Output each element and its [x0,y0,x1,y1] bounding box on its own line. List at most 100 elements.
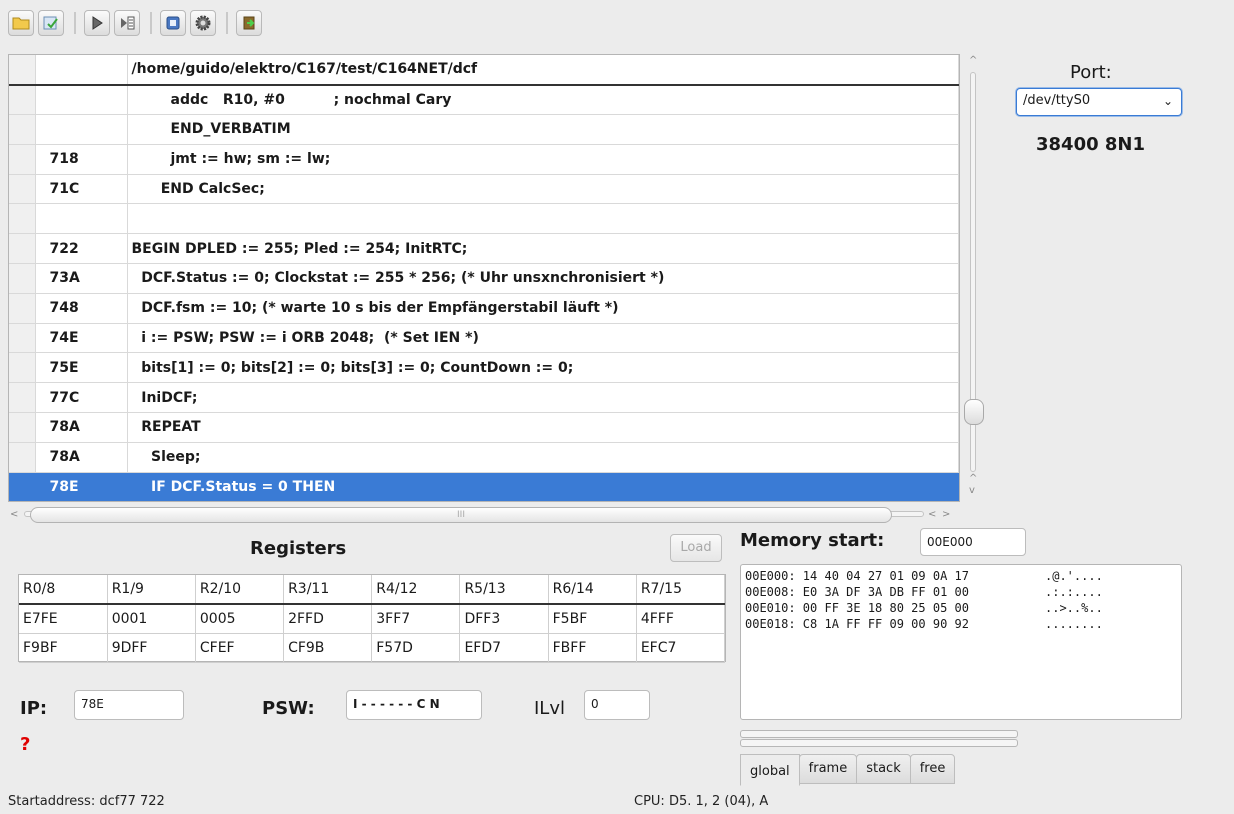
memory-scroll-track[interactable] [740,730,1018,738]
source-vertical-scrollbar[interactable]: ^ ^ v [962,54,984,502]
row-marker[interactable] [9,442,36,473]
registers-row[interactable]: E7FE 0001 0005 2FFD 3FF7 DFF3 F5BF 4FFF [19,604,726,634]
row-marker[interactable] [9,144,36,175]
row-code: jmt := hw; sm := lw; [127,144,959,175]
tab-frame[interactable]: frame [798,754,858,784]
scroll-up-arrow-icon[interactable]: ^ [969,56,977,66]
source-row-selected[interactable]: 78E IF DCF.Status = 0 THEN [9,472,959,501]
scroll-left-arrow-icon[interactable]: < [10,510,18,520]
register-value[interactable]: EFC7 [636,633,726,663]
register-value[interactable]: 3FF7 [371,604,461,634]
psw-input[interactable]: I - - - - - - C N [346,690,482,720]
scroll-thumb[interactable] [964,399,984,425]
register-value[interactable]: F5BF [548,604,637,634]
row-marker[interactable] [9,114,36,145]
memory-scroll-track[interactable] [740,739,1018,747]
source-row[interactable]: 75E bits[1] := 0; bits[2] := 0; bits[3] … [9,352,959,384]
register-value[interactable]: F9BF [19,633,108,663]
port-settings: 38400 8N1 [1036,134,1146,155]
source-row[interactable]: 73A DCF.Status := 0; Clockstat := 255 * … [9,263,959,294]
register-header: R1/9 [107,575,196,605]
source-row[interactable]: 77C IniDCF; [9,382,959,414]
source-row[interactable]: 748 DCF.fsm := 10; (* warte 10 s bis der… [9,293,959,324]
ilvl-input[interactable]: 0 [584,690,650,720]
toolbar-separator [74,12,76,34]
address-column-header [35,55,128,86]
row-marker[interactable] [9,233,36,265]
register-value[interactable]: 0005 [195,604,285,634]
run-button[interactable] [84,10,110,36]
row-marker[interactable] [9,174,36,205]
scroll-right-arrow-icon[interactable]: > [942,510,950,520]
memory-ascii: .@.'.... [1045,569,1103,583]
register-value[interactable]: 9DFF [107,633,196,663]
exit-button[interactable] [236,10,262,36]
register-value[interactable]: DFF3 [459,604,549,634]
row-code: END CalcSec; [127,174,959,205]
register-value[interactable]: F57D [371,633,461,663]
scroll-thumb[interactable]: III [30,507,892,523]
row-marker[interactable] [9,352,36,384]
settings-button[interactable] [190,10,216,36]
register-value[interactable]: 2FFD [283,604,373,634]
scroll-left-arrow-icon[interactable]: < [928,510,936,520]
port-device-value: /dev/ttyS0 [1023,93,1091,108]
row-marker[interactable] [9,84,36,116]
load-button[interactable]: Load [670,534,722,562]
register-header: R0/8 [19,575,108,605]
source-listing[interactable]: /home/guido/elektro/C167/test/C164NET/dc… [8,54,960,502]
registers-row[interactable]: F9BF 9DFF CFEF CF9B F57D EFD7 FBFF EFC7 [19,633,726,663]
row-marker[interactable] [9,472,36,501]
ip-label: IP: [20,698,48,719]
source-row[interactable]: 78A REPEAT [9,412,959,443]
ilvl-label: ILvl [534,698,565,719]
memory-dump[interactable]: 00E000: 14 40 04 27 01 09 0A 17 .@.'.... … [740,564,1182,720]
reload-button[interactable] [38,10,64,36]
row-code: REPEAT [127,412,959,443]
scroll-down-arrow-icon[interactable]: v [969,486,975,496]
scroll-up-arrow-icon[interactable]: ^ [969,474,977,484]
open-folder-button[interactable] [8,10,34,36]
tab-global[interactable]: global [740,754,800,786]
source-horizontal-scrollbar[interactable]: < III < > [8,507,960,525]
row-marker[interactable] [9,203,36,235]
registers-header-row: R0/8 R1/9 R2/10 R3/11 R4/12 R5/13 R6/14 … [19,575,726,605]
step-into-icon [121,16,135,30]
register-value[interactable]: EFD7 [459,633,549,663]
register-value[interactable]: E7FE [19,604,108,634]
source-row[interactable]: 78A Sleep; [9,442,959,473]
register-value[interactable]: CFEF [195,633,285,663]
stop-button[interactable] [160,10,186,36]
run-icon [92,16,103,30]
source-row[interactable]: END_VERBATIM [9,114,959,145]
register-value[interactable]: 0001 [107,604,196,634]
row-address: 718 [35,144,128,175]
source-row[interactable]: 718 jmt := hw; sm := lw; [9,144,959,175]
register-value[interactable]: CF9B [283,633,373,663]
ip-input[interactable]: 78E [74,690,184,720]
row-marker[interactable] [9,263,36,294]
registers-table[interactable]: R0/8 R1/9 R2/10 R3/11 R4/12 R5/13 R6/14 … [18,574,726,663]
memory-scrollbars[interactable] [740,730,1018,748]
chevron-down-icon: ⌄ [1162,94,1173,108]
port-select[interactable]: /dev/ttyS0 ⌄ [1016,88,1182,116]
source-row[interactable]: addc R10, #0 ; nochmal Cary [9,84,959,116]
register-value[interactable]: 4FFF [636,604,726,634]
memory-start-label: Memory start: [740,530,885,551]
tab-stack[interactable]: stack [856,754,911,784]
source-row[interactable]: 71C END CalcSec; [9,174,959,205]
tab-free[interactable]: free [909,754,956,784]
memory-line: 00E000: 14 40 04 27 01 09 0A 17 .@.'.... [745,569,1177,585]
source-row[interactable] [9,203,959,235]
source-row[interactable]: 74E i := PSW; PSW := i ORB 2048; (* Set … [9,323,959,354]
row-marker[interactable] [9,323,36,354]
step-into-button[interactable] [114,10,140,36]
memory-ascii: ........ [1045,617,1103,631]
memory-start-input[interactable]: 00E000 [920,528,1026,556]
row-marker[interactable] [9,382,36,414]
source-row[interactable]: 722 BEGIN DPLED := 255; Pled := 254; Init… [9,233,959,265]
row-marker[interactable] [9,293,36,324]
row-address: 77C [35,382,128,414]
row-marker[interactable] [9,412,36,443]
register-value[interactable]: FBFF [548,633,637,663]
